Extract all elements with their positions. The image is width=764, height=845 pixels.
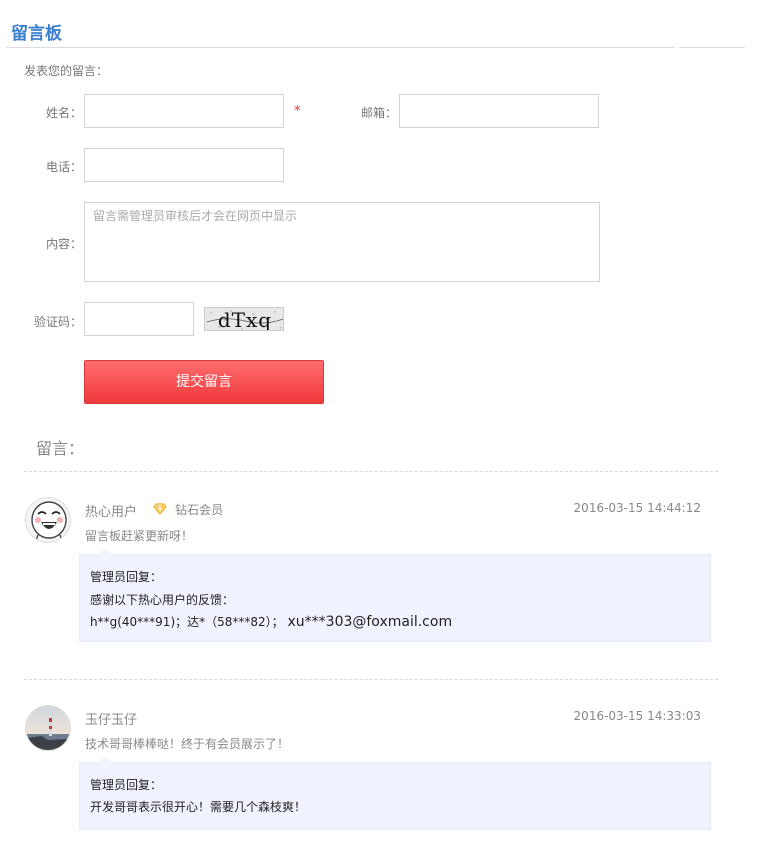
comments-divider xyxy=(24,471,718,472)
comments-divider xyxy=(24,679,718,680)
comment-message: 留言板赶紧更新呀！ xyxy=(85,529,194,543)
admin-reply: 管理员回复： 感谢以下热心用户的反馈： h**g(40***91)；达*（58*… xyxy=(79,548,711,642)
reply-email: xu***303@foxmail.com xyxy=(287,614,453,630)
submit-button[interactable]: 提交留言 xyxy=(84,360,324,404)
member-badge: 钻石会员 xyxy=(153,501,223,518)
user-avatar xyxy=(25,705,71,751)
title-divider-right xyxy=(679,47,745,48)
required-marker: * xyxy=(294,104,301,119)
comments-title: 留言： xyxy=(36,439,85,458)
content-textarea[interactable] xyxy=(84,202,600,282)
reply-line: h**g(40***91)；达*（58***82）； xu***303@foxm… xyxy=(90,613,452,630)
form-intro: 发表您的留言： xyxy=(24,64,109,78)
content-label: 内容： xyxy=(45,237,82,251)
reply-line: 开发哥哥表示很开心！需要几个森枝爽！ xyxy=(90,800,307,814)
captcha-input[interactable] xyxy=(84,302,194,336)
email-input[interactable] xyxy=(399,94,599,128)
user-avatar xyxy=(25,497,71,543)
captcha-image[interactable]: dTxq xyxy=(204,307,284,331)
reply-title: 管理员回复： xyxy=(90,570,163,584)
email-label: 邮箱： xyxy=(360,106,397,120)
title-divider xyxy=(6,47,675,48)
comment-username: 玉仔玉仔 xyxy=(85,713,138,728)
name-label: 姓名： xyxy=(45,106,82,120)
diamond-icon xyxy=(153,503,171,518)
comment-username: 热心用户 xyxy=(85,505,138,520)
comment-timestamp: 2016-03-15 14:44:12 xyxy=(573,501,701,515)
reply-arrow xyxy=(98,756,112,763)
reply-user-list: h**g(40***91)；达*（58***82）； xyxy=(90,615,284,629)
reply-arrow xyxy=(98,548,112,555)
reply-line: 感谢以下热心用户的反馈： xyxy=(90,593,235,607)
comment-timestamp: 2016-03-15 14:33:03 xyxy=(573,709,701,723)
name-input[interactable] xyxy=(84,94,284,128)
comment-message: 技术哥哥棒棒哒！终于有会员展示了！ xyxy=(85,737,290,751)
captcha-text: dTxq xyxy=(218,308,272,331)
phone-input[interactable] xyxy=(84,148,284,182)
reply-title: 管理员回复： xyxy=(90,778,163,792)
member-badge-label: 钻石会员 xyxy=(175,503,224,517)
page-title: 留言板 xyxy=(11,24,62,44)
admin-reply: 管理员回复： 开发哥哥表示很开心！需要几个森枝爽！ xyxy=(79,756,711,830)
captcha-label: 验证码： xyxy=(33,315,82,329)
phone-label: 电话： xyxy=(45,160,82,174)
